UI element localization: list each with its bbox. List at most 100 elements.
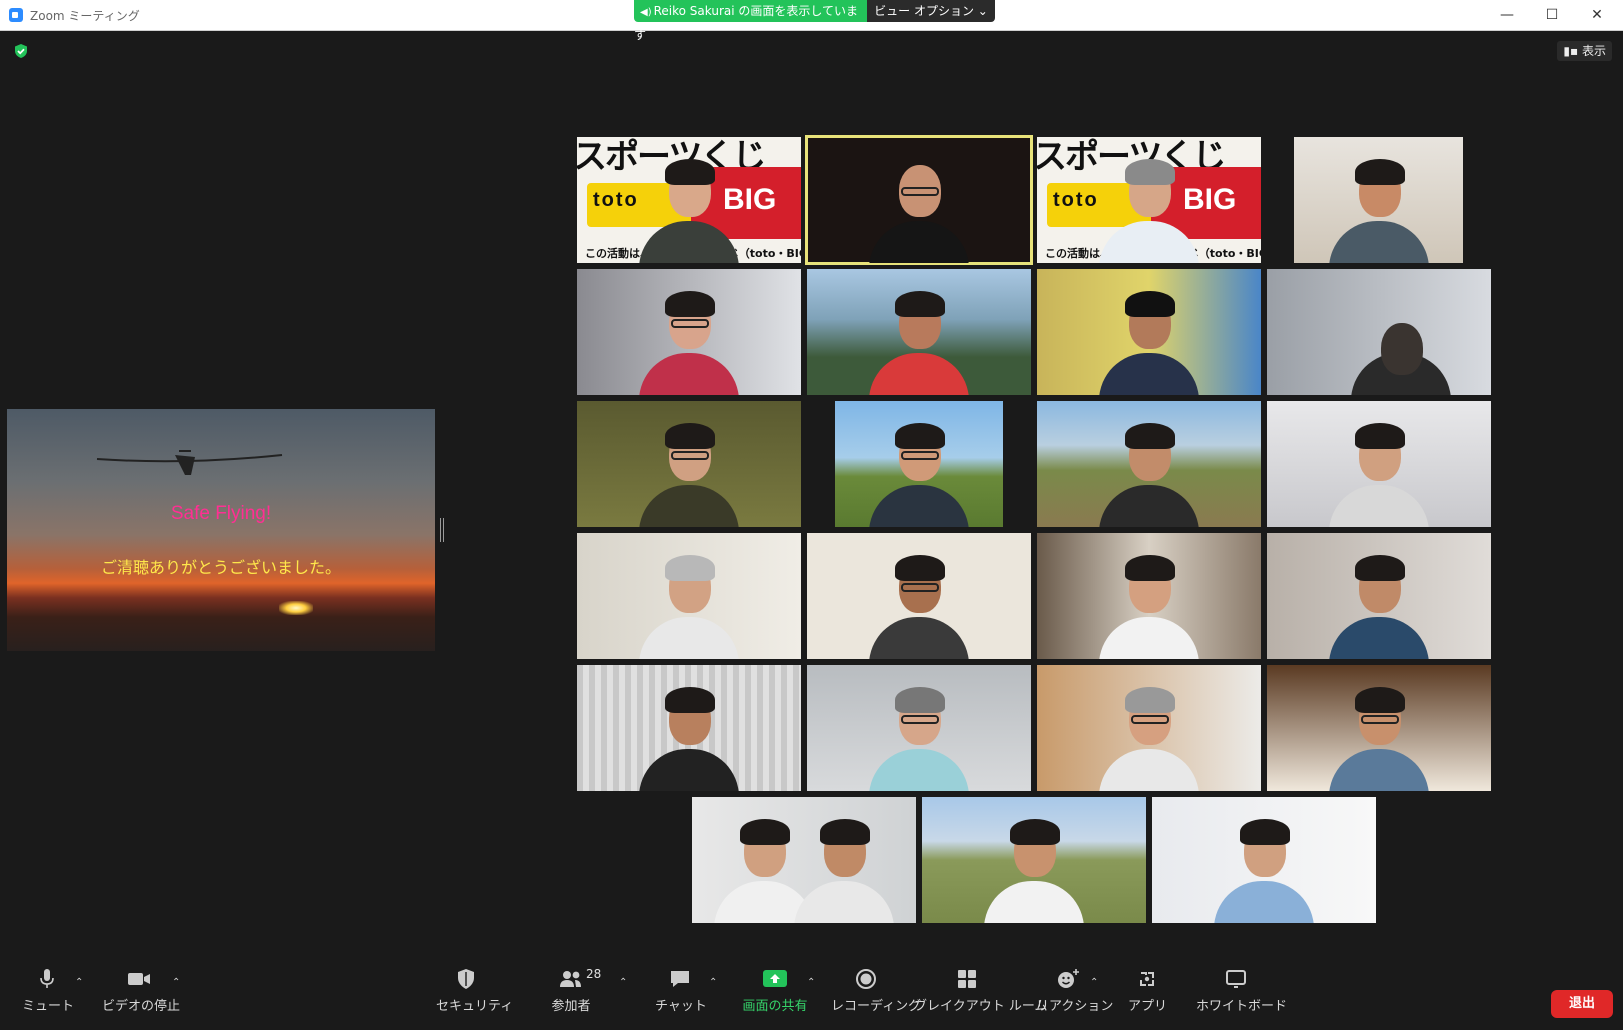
participant-avatar: [794, 811, 895, 923]
participants-options-caret[interactable]: ⌃: [619, 977, 629, 988]
video-tile[interactable]: [1037, 269, 1261, 395]
participant-avatar: [869, 679, 969, 791]
poster-toto: toto: [1053, 189, 1099, 211]
share-screen-icon: [763, 970, 787, 987]
recording-label: レコーディング: [831, 999, 922, 1014]
video-tile[interactable]: [807, 533, 1031, 659]
stop-video-label: ビデオの停止: [102, 999, 181, 1014]
apps-label: アプリ: [1128, 999, 1168, 1014]
share-screen-button[interactable]: 画面の共有: [740, 967, 810, 1014]
safe-flying-headline: Safe Flying!: [170, 503, 272, 524]
reaction-smiley-icon: [1058, 969, 1079, 988]
speaker-icon: ◀): [640, 7, 652, 18]
breakout-rooms-icon: [958, 970, 976, 988]
close-button[interactable]: ✕: [1582, 4, 1612, 26]
participant-avatar: [1099, 547, 1199, 659]
chat-button[interactable]: チャット: [655, 967, 707, 1014]
reactions-button[interactable]: リアクション: [1036, 967, 1113, 1014]
video-tile[interactable]: [807, 269, 1031, 395]
whiteboard-label: ホワイトボード: [1196, 999, 1288, 1014]
participant-avatar: [1214, 811, 1314, 923]
video-tile[interactable]: [692, 797, 916, 923]
mute-options-caret[interactable]: ⌃: [75, 977, 85, 988]
chat-label: チャット: [655, 999, 707, 1014]
participant-avatar: [869, 547, 969, 659]
video-tile[interactable]: [1267, 401, 1491, 527]
video-tile[interactable]: [807, 401, 1031, 527]
share-screen-label: 画面の共有: [742, 999, 808, 1014]
participants-label: 参加者: [551, 999, 591, 1014]
shared-screen: Safe Flying! ご清聴ありがとうございました。: [7, 409, 435, 651]
video-tile[interactable]: [577, 401, 801, 527]
video-tile[interactable]: [1037, 533, 1261, 659]
participants-icon: [560, 971, 581, 987]
reactions-label: リアクション: [1036, 999, 1114, 1014]
video-camera-icon: [128, 973, 150, 985]
participant-avatar: [1329, 547, 1429, 659]
chat-icon: [671, 971, 689, 987]
title-bar: Zoom ミーティング ◀) Reiko Sakurai の画面を表示しています …: [0, 0, 1623, 42]
participant-avatar: [639, 283, 739, 395]
video-tile[interactable]: [807, 665, 1031, 791]
video-tile[interactable]: [922, 797, 1146, 923]
video-options-caret[interactable]: ⌃: [172, 977, 182, 988]
participant-avatar: [1328, 151, 1429, 263]
poster-toto: toto: [593, 189, 639, 211]
participant-avatar: [984, 811, 1084, 923]
recording-button[interactable]: レコーディング: [831, 967, 921, 1014]
view-options-button[interactable]: ビュー オプション ⌄: [867, 0, 995, 22]
splitter-handle[interactable]: [440, 518, 444, 542]
video-tile[interactable]: スポーツくじ toto BIG この活動は、スポーツ振興くじ（toto・BIG）…: [577, 137, 801, 263]
participant-avatar: [869, 283, 969, 395]
security-button[interactable]: セキュリティ: [436, 967, 513, 1014]
video-tile[interactable]: [1267, 137, 1491, 263]
sunset-sun: [279, 601, 313, 615]
video-tile[interactable]: [1037, 401, 1261, 527]
security-label: セキュリティ: [436, 999, 514, 1014]
video-tile[interactable]: [1267, 533, 1491, 659]
participant-avatar: [1099, 283, 1199, 395]
breakout-rooms-button[interactable]: ブレイクアウト ルーム: [914, 967, 1047, 1014]
participant-avatar: [869, 415, 969, 527]
video-tile[interactable]: [577, 533, 801, 659]
video-tile-active-speaker[interactable]: [805, 135, 1033, 265]
view-toggle-label: 表示: [1581, 44, 1606, 58]
video-tile[interactable]: [1152, 797, 1376, 923]
apps-button[interactable]: アプリ: [1128, 967, 1168, 1014]
record-icon: [856, 969, 876, 989]
video-tile[interactable]: スポーツくじ toto BIG この活動は、スポーツ振興くじ（toto・BIG）…: [1037, 137, 1261, 263]
grid-view-icon: ▮▪: [1563, 44, 1579, 58]
screen-share-banner: ◀) Reiko Sakurai の画面を表示しています: [634, 0, 867, 42]
participant-avatar: [639, 547, 739, 659]
mute-button[interactable]: ミュート: [22, 967, 75, 1014]
video-tile[interactable]: [1267, 665, 1491, 791]
video-tile[interactable]: [577, 665, 801, 791]
video-tile[interactable]: [1037, 665, 1261, 791]
apps-icon: [1140, 972, 1154, 986]
view-toggle-button[interactable]: ▮▪ 表示: [1557, 41, 1612, 61]
participant-avatar: [869, 151, 969, 263]
share-options-caret[interactable]: ⌃: [807, 977, 817, 988]
whiteboard-button[interactable]: ホワイトボード: [1196, 967, 1287, 1014]
share-banner-text: Reiko Sakurai の画面を表示しています: [634, 4, 859, 42]
reactions-options-caret[interactable]: ⌃: [1090, 977, 1100, 988]
video-tile[interactable]: [577, 269, 801, 395]
participants-count: 28: [586, 967, 602, 981]
participant-avatar: [639, 151, 739, 263]
participant-avatar: [1099, 151, 1199, 263]
stop-video-button[interactable]: ビデオの停止: [102, 967, 180, 1014]
leave-meeting-button[interactable]: 退出: [1551, 990, 1613, 1018]
minimize-button[interactable]: —: [1492, 4, 1522, 26]
participant-avatar: [1351, 283, 1452, 395]
chat-options-caret[interactable]: ⌃: [709, 977, 719, 988]
participant-avatar: [1329, 415, 1429, 527]
mute-label: ミュート: [22, 999, 75, 1014]
encryption-shield-icon[interactable]: [13, 43, 29, 59]
whiteboard-icon: [1226, 970, 1246, 988]
participant-avatar: [1329, 679, 1429, 791]
maximize-button[interactable]: ☐: [1537, 4, 1567, 26]
breakout-label: ブレイクアウト ルーム: [914, 999, 1048, 1014]
video-tile[interactable]: [1267, 269, 1491, 395]
zoom-app-icon: [9, 8, 23, 22]
participant-avatar: [639, 679, 739, 791]
